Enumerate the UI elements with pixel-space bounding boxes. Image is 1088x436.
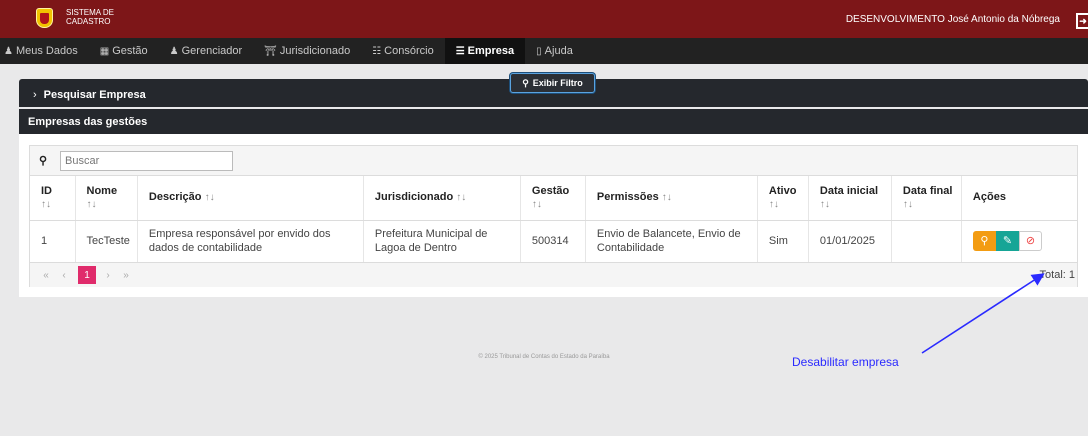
menu-item-label: Gestão [112,45,148,57]
show-filter-button[interactable]: ⚲ Exibir Filtro [510,73,595,93]
bank-icon: ⛩ [264,45,277,57]
column-label: ID [41,184,52,197]
next-page-button[interactable]: › [100,266,116,284]
first-page-button[interactable]: « [38,266,54,284]
sort-icon: ↑↓ [819,198,830,210]
total-count: Total: 1 [1039,269,1075,281]
menu-item-label: Empresa [467,45,515,57]
cell-data-inicial: 01/01/2025 [808,220,892,263]
list-panel-body: ⚲ ID↑↓ Nome↑↓ Descrição ↑↓ Jurisdicionad… [19,134,1088,297]
cell-descricao: Empresa responsável por envido dos dados… [137,220,364,263]
column-label: Gestão [531,184,570,197]
system-title: SISTEMA DE CADASTRO [66,8,114,26]
system-title-line2: CADASTRO [66,17,111,26]
menu-item-label: Consórcio [384,45,434,57]
cell-jurisdicionado: Prefeitura Municipal de Lagoa de Dentro [363,220,521,263]
column-header-nome[interactable]: Nome ↑↓ [75,176,138,221]
menu-item-jurisdicionado[interactable]: ⛩ Jurisdicionado [253,38,361,64]
list-icon: ☰ [455,45,465,57]
column-label: Jurisdicionado [374,191,454,204]
search-panel-title: Pesquisar Empresa [43,89,146,101]
column-header-ativo[interactable]: Ativo ↑↓ [757,176,809,221]
table-search-row: ⚲ [30,146,1077,176]
system-title-line1: SISTEMA DE [66,8,115,17]
cell-ativo: Sim [757,220,809,263]
menu-item-label: Gerenciador [181,45,243,57]
cell-id: 1 [30,220,76,263]
search-icon: ⚲ [39,155,48,167]
list-panel-title: Empresas das gestões [28,115,148,128]
column-header-id[interactable]: ID ↑↓ [30,176,76,221]
last-page-button[interactable]: » [118,266,134,284]
menu-item-label: Ajuda [544,45,573,57]
user-icon: ♟ [169,45,179,57]
menu-item-meus-dados[interactable]: ♟ Meus Dados [0,38,89,64]
row-actions: ⚲ ✎ ⊘ [972,231,1070,251]
companies-table: ID ↑↓ Nome ↑↓ Descrição ↑↓ Jurisdicionado … [30,176,1077,263]
sort-icon: ↑↓ [768,198,779,210]
main-menu: ♟ Meus Dados ▦ Gestão ♟ Gerenciador ⛩ Jurisd… [0,38,1088,64]
page-1-button[interactable]: 1 [78,266,96,284]
cell-permissoes: Envio de Balancete, Envio de Contabilida… [585,220,758,263]
column-label: Data inicial [819,184,878,197]
cell-gestao: 500314 [520,220,586,263]
column-label: Ações [972,191,1006,204]
view-button[interactable]: ⚲ [972,231,996,251]
calendar-icon: ▦ [99,45,110,57]
annotation-label: Desabilitar empresa [792,355,899,369]
menu-item-label: Jurisdicionado [279,45,351,57]
menu-item-gestao[interactable]: ▦ Gestão [89,38,159,64]
menu-item-gerenciador[interactable]: ♟ Gerenciador [159,38,254,64]
data-table-container: ⚲ ID↑↓ Nome↑↓ Descrição ↑↓ Jurisdicionad… [29,145,1078,287]
column-header-jurisdicionado[interactable]: Jurisdicionado ↑↓ [363,176,521,221]
show-filter-label: Exibir Filtro [532,78,583,88]
top-header: SISTEMA DE CADASTRO DESENVOLVIMENTO José… [0,0,1088,38]
footer-copyright: © 2025 Tribunal de Contas do Estado da P… [478,354,610,360]
column-label: Descrição [148,191,202,204]
search-icon: ⚲ [522,77,529,88]
book-icon: ▯ [536,45,542,57]
column-header-permissoes[interactable]: Permissões ↑↓ [585,176,758,221]
column-header-acoes: Ações [961,176,1077,221]
sort-icon: ↑↓ [204,192,215,204]
search-icon: ⚲ [980,235,989,247]
column-header-data-final[interactable]: Data final ↑↓ [891,176,962,221]
cell-data-final [891,220,962,263]
pencil-icon: ✎ [1002,235,1013,247]
chevron-right-icon: › [33,89,37,101]
menu-item-empresa[interactable]: ☰ Empresa [444,38,526,64]
sitemap-icon: ☷ [372,45,382,57]
column-header-gestao[interactable]: Gestão ↑↓ [520,176,586,221]
list-panel-header: Empresas das gestões [19,109,1088,134]
sort-icon: ↑↓ [531,198,542,210]
column-label: Ativo [768,184,797,197]
search-input[interactable] [60,151,233,171]
cell-acoes: ⚲ ✎ ⊘ [961,220,1077,263]
prev-page-button[interactable]: ‹ [56,266,72,284]
pagination: « ‹ 1 › » Total: 1 [30,263,1077,287]
cell-nome: TecTeste [75,220,138,263]
edit-button[interactable]: ✎ [995,231,1019,251]
sort-icon: ↑↓ [661,192,672,204]
column-label: Permissões [596,191,659,204]
table-header-row: ID ↑↓ Nome ↑↓ Descrição ↑↓ Jurisdicionado … [30,176,1077,221]
ban-icon: ⊘ [1025,235,1036,247]
column-label: Data final [902,184,953,197]
menu-item-consorcio[interactable]: ☷ Consórcio [361,38,445,64]
table-row: 1 TecTeste Empresa responsável por envid… [30,220,1077,263]
menu-item-ajuda[interactable]: ▯ Ajuda [525,38,584,64]
sort-icon: ↑↓ [456,192,467,204]
logout-icon[interactable]: ➜ [1076,13,1088,29]
column-header-descricao[interactable]: Descrição ↑↓ [137,176,364,221]
column-label: Nome [86,184,118,197]
user-icon: ♟ [4,45,13,57]
menu-item-label: Meus Dados [15,45,78,57]
sort-icon: ↑↓ [86,198,97,210]
coat-of-arms-logo [36,8,53,28]
column-header-data-inicial[interactable]: Data inicial ↑↓ [808,176,892,221]
disable-company-button[interactable]: ⊘ [1018,231,1042,251]
sort-icon: ↑↓ [902,198,913,210]
sort-icon: ↑↓ [41,198,51,210]
user-info[interactable]: DESENVOLVIMENTO José Antonio da Nóbrega [846,14,1060,25]
